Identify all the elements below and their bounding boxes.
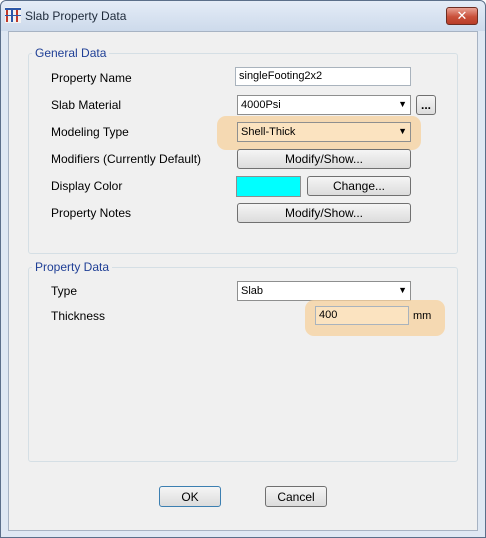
dialog-window: Slab Property Data ✕ General Data Proper… bbox=[0, 0, 486, 538]
display-color-swatch[interactable] bbox=[236, 176, 301, 197]
thickness-unit: mm bbox=[413, 310, 432, 322]
title-bar[interactable]: Slab Property Data ✕ bbox=[1, 1, 485, 31]
slab-material-label: Slab Material bbox=[51, 98, 122, 112]
modeling-type-label: Modeling Type bbox=[51, 125, 129, 139]
type-value: Slab bbox=[241, 285, 264, 297]
property-name-field[interactable]: singleFooting2x2 bbox=[235, 67, 411, 86]
thickness-field[interactable]: 400 bbox=[315, 306, 409, 325]
property-notes-label: Property Notes bbox=[51, 206, 132, 220]
property-data-legend: Property Data bbox=[35, 260, 110, 274]
ok-button[interactable]: OK bbox=[159, 486, 221, 507]
modifiers-modify-button[interactable]: Modify/Show... bbox=[237, 149, 411, 169]
display-color-change-button[interactable]: Change... bbox=[307, 176, 411, 196]
property-name-label: Property Name bbox=[51, 71, 132, 85]
general-data-legend: General Data bbox=[35, 46, 107, 60]
property-notes-modify-button[interactable]: Modify/Show... bbox=[237, 203, 411, 223]
close-button[interactable]: ✕ bbox=[446, 7, 478, 25]
cancel-button[interactable]: Cancel bbox=[265, 486, 327, 507]
modeling-type-value: Shell-Thick bbox=[241, 126, 296, 138]
modifiers-label: Modifiers (Currently Default) bbox=[51, 152, 202, 166]
modeling-type-select[interactable]: Shell-Thick ▼ bbox=[237, 122, 411, 142]
window-title: Slab Property Data bbox=[25, 9, 127, 23]
chevron-down-icon: ▼ bbox=[398, 126, 407, 136]
dialog-client-area: General Data Property Name singleFooting… bbox=[8, 31, 478, 531]
chevron-down-icon: ▼ bbox=[398, 285, 407, 295]
close-icon: ✕ bbox=[456, 8, 468, 23]
slab-material-value: 4000Psi bbox=[241, 99, 281, 111]
slab-material-select[interactable]: 4000Psi ▼ bbox=[237, 95, 411, 115]
app-icon bbox=[5, 7, 21, 23]
slab-material-browse-button[interactable]: ... bbox=[416, 95, 436, 115]
type-label: Type bbox=[51, 284, 78, 298]
type-select[interactable]: Slab ▼ bbox=[237, 281, 411, 301]
display-color-label: Display Color bbox=[51, 179, 123, 193]
chevron-down-icon: ▼ bbox=[398, 99, 407, 109]
thickness-label: Thickness bbox=[51, 309, 106, 323]
